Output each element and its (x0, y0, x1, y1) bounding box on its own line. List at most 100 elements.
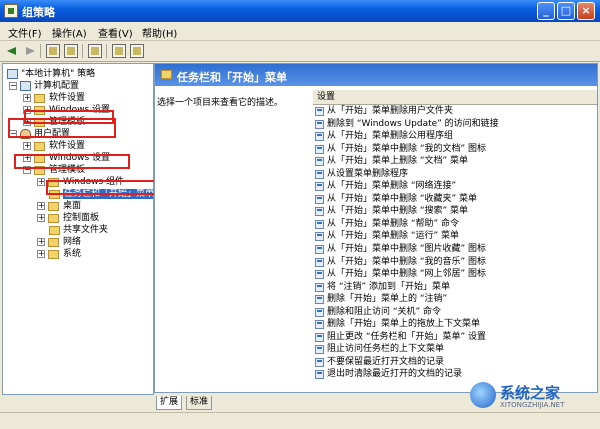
policy-setting-icon (315, 207, 324, 217)
properties-icon[interactable] (130, 44, 144, 58)
title-bar: 组策略 _ □ × (0, 0, 600, 22)
watermark-name: 系统之家 (500, 384, 561, 402)
setting-item[interactable]: 删除到 “Windows Update” 的访问和链接 (313, 118, 597, 131)
setting-label: 删除到 “Windows Update” 的访问和链接 (327, 118, 499, 129)
setting-item[interactable]: 从「开始」菜单中删除 “网上邻居” 图标 (313, 268, 597, 281)
setting-item[interactable]: 删除和阻止访问 “关机” 命令 (313, 306, 597, 319)
setting-item[interactable]: 从「开始」菜单删除用户文件夹 (313, 105, 597, 118)
setting-label: 从「开始」菜单中删除 “网上邻居” 图标 (327, 269, 487, 280)
expand-icon[interactable]: + (37, 202, 45, 210)
expand-icon[interactable]: + (37, 214, 45, 222)
policy-setting-icon (315, 245, 324, 255)
tree-desktop[interactable]: + 桌面 (37, 200, 81, 212)
setting-label: 阻止更改 “任务栏和「开始」菜单” 设置 (327, 331, 487, 342)
setting-item[interactable]: 从「开始」菜单中删除 “收藏夹” 菜单 (313, 193, 597, 206)
tab-standard[interactable]: 标准 (186, 396, 213, 410)
minimize-button[interactable]: _ (537, 2, 555, 20)
tab-extended[interactable]: 扩展 (156, 396, 183, 410)
setting-item[interactable]: 从「开始」菜单中删除 “我的文档” 图标 (313, 143, 597, 156)
setting-item[interactable]: 不要保留最近打开文档的记录 (313, 356, 597, 369)
setting-item[interactable]: 退出时清除最近打开的文档的记录 (313, 368, 597, 381)
tree-system[interactable]: + 系统 (37, 248, 81, 260)
setting-item[interactable]: 从「开始」菜单删除 “运行” 菜单 (313, 230, 597, 243)
policy-setting-icon (315, 119, 324, 129)
folder-icon (161, 70, 172, 79)
setting-item[interactable]: 从设置菜单删除程序 (313, 168, 597, 181)
settings-list: 从「开始」菜单删除用户文件夹 删除到 “Windows Update” 的访问和链… (313, 105, 597, 381)
setting-item[interactable]: 删除「开始」菜单上的拖放上下文菜单 (313, 318, 597, 331)
tree-control-panel[interactable]: + 控制面板 (37, 212, 99, 224)
setting-label: 不要保留最近打开文档的记录 (327, 356, 445, 367)
policy-setting-icon (315, 219, 324, 229)
setting-label: 删除和阻止访问 “关机” 命令 (327, 306, 442, 317)
tree-shared-folders[interactable]: 共享文件夹 (49, 224, 108, 236)
setting-item[interactable]: 阻止更改 “任务栏和「开始」菜单” 设置 (313, 331, 597, 344)
export-list-icon[interactable] (88, 44, 102, 58)
setting-item[interactable]: 从「开始」菜单删除公用程序组 (313, 130, 597, 143)
setting-label: 删除「开始」菜单上的拖放上下文菜单 (327, 319, 481, 330)
computer-policy-icon (7, 69, 18, 79)
toolbar-divider (106, 44, 107, 58)
setting-item[interactable]: 从「开始」菜单中删除 “图片收藏” 图标 (313, 243, 597, 256)
highlight-user-config (8, 118, 116, 138)
details-pane: 任务栏和「开始」菜单 选择一个项目来查看它的描述。 设置 从「开始」菜单删除用户… (154, 63, 598, 393)
watermark: 系统之家 XITONGZHIJIA.NET (470, 382, 600, 410)
setting-label: 从「开始」菜单中删除 “我的文档” 图标 (327, 143, 487, 154)
tree-user-software-settings[interactable]: + 软件设置 (23, 140, 85, 152)
expand-icon[interactable]: + (23, 142, 31, 150)
setting-label: 从「开始」菜单删除公用程序组 (327, 131, 454, 142)
group-policy-app-icon (4, 4, 18, 18)
menu-help[interactable]: 帮助(H) (142, 25, 177, 40)
folder-icon (34, 142, 45, 151)
policy-setting-icon (315, 144, 324, 154)
setting-item[interactable]: 阻止访问任务栏的上下文菜单 (313, 343, 597, 356)
folder-icon (48, 202, 59, 211)
close-button[interactable]: × (577, 2, 595, 20)
setting-item[interactable]: 删除「开始」菜单上的 “注销” (313, 293, 597, 306)
setting-label: 从「开始」菜单中删除 “搜索” 菜单 (327, 206, 469, 217)
setting-item[interactable]: 从「开始」菜单中删除 “搜索” 菜单 (313, 205, 597, 218)
setting-item[interactable]: 从「开始」菜单上删除 “文档” 菜单 (313, 155, 597, 168)
policy-setting-icon (315, 357, 324, 367)
up-folder-icon[interactable] (46, 44, 60, 58)
status-bar (0, 412, 600, 429)
expand-icon[interactable]: + (37, 238, 45, 246)
policy-setting-icon (315, 270, 324, 280)
tree-root[interactable]: "本地计算机" 策略 (7, 68, 95, 80)
menu-file[interactable]: 文件(F) (8, 25, 42, 40)
policy-setting-icon (315, 107, 324, 116)
setting-item[interactable]: 从「开始」菜单删除 “帮助” 命令 (313, 218, 597, 231)
show-hide-tree-icon[interactable] (64, 44, 78, 58)
setting-item[interactable]: 将 “注销” 添加到「开始」菜单 (313, 281, 597, 294)
details-title: 任务栏和「开始」菜单 (177, 71, 287, 84)
policy-setting-icon (315, 182, 324, 192)
expand-icon[interactable]: + (37, 178, 45, 186)
policy-setting-icon (315, 257, 324, 267)
tree-network[interactable]: + 网络 (37, 236, 81, 248)
policy-setting-icon (315, 332, 324, 342)
back-arrow-icon[interactable] (6, 44, 20, 58)
policy-setting-icon (315, 295, 324, 305)
setting-item[interactable]: 从「开始」菜单中删除 “我的音乐” 图标 (313, 256, 597, 269)
setting-label: 从设置菜单删除程序 (327, 168, 409, 179)
forward-arrow-icon[interactable] (22, 44, 36, 58)
menu-view[interactable]: 查看(V) (98, 25, 133, 40)
tree-computer-config[interactable]: − 计算机配置 (9, 80, 79, 92)
folder-icon (48, 238, 59, 247)
policy-setting-icon (315, 307, 324, 317)
setting-label: 从「开始」菜单中删除 “我的音乐” 图标 (327, 256, 487, 267)
settings-column-header[interactable]: 设置 (313, 90, 597, 105)
setting-item[interactable]: 从「开始」菜单删除 “网络连接” (313, 180, 597, 193)
expand-icon[interactable]: + (37, 250, 45, 258)
menu-action[interactable]: 操作(A) (52, 25, 87, 40)
watermark-url: XITONGZHIJIA.NET (500, 401, 565, 409)
maximize-button[interactable]: □ (557, 2, 575, 20)
tree-computer-software-settings[interactable]: + 软件设置 (23, 92, 85, 104)
setting-label: 从「开始」菜单删除 “帮助” 命令 (327, 218, 460, 229)
policy-setting-icon (315, 132, 324, 142)
policy-setting-icon (315, 232, 324, 242)
expand-icon[interactable]: + (23, 94, 31, 102)
folder-icon (49, 226, 60, 235)
collapse-icon[interactable]: − (9, 82, 17, 90)
help-icon[interactable] (112, 44, 126, 58)
